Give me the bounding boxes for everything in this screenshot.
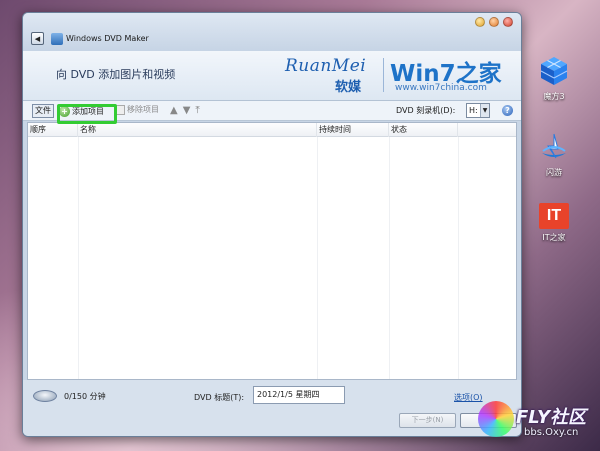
list-header: 顺序 名称 持续时间 状态 bbox=[28, 123, 516, 137]
dvd-title-label: DVD 标题(T): bbox=[194, 393, 245, 402]
header-band: 向 DVD 添加图片和视频 RuanMei 软媒 Win7之家 www.win7… bbox=[23, 51, 521, 101]
brand-ruanmei: RuanMei bbox=[285, 56, 367, 76]
add-items-label: 添加项目 bbox=[72, 106, 104, 116]
page-title: 向 DVD 添加图片和视频 bbox=[56, 68, 176, 81]
window-controls bbox=[475, 17, 513, 27]
back-arrow-icon: ◀ bbox=[34, 34, 41, 43]
column-divider bbox=[389, 137, 390, 379]
title-bar: ◀ Windows DVD Maker bbox=[23, 13, 521, 51]
column-order[interactable]: 顺序 bbox=[28, 123, 78, 137]
column-divider bbox=[78, 137, 79, 379]
back-button[interactable]: ◀ bbox=[31, 32, 44, 45]
desktop-icon-label: 魔方3 bbox=[543, 92, 565, 101]
drive-select[interactable]: H: ▼ bbox=[466, 103, 490, 118]
remove-items-button[interactable]: 移除项目 bbox=[115, 104, 159, 115]
drive-value: H: bbox=[469, 106, 478, 115]
item-list[interactable]: 顺序 名称 持续时间 状态 bbox=[27, 122, 517, 380]
column-divider bbox=[317, 137, 318, 379]
move-top-icon[interactable]: ⤒ bbox=[195, 105, 199, 116]
remove-icon bbox=[115, 104, 125, 115]
brand-watermark: RuanMei 软媒 Win7之家 www.win7china.com bbox=[285, 56, 515, 96]
move-down-icon[interactable]: ▼ bbox=[183, 105, 191, 116]
close-button[interactable] bbox=[503, 17, 513, 27]
brand-ruanmei-cn: 软媒 bbox=[335, 80, 362, 95]
it-home-icon: IT bbox=[539, 203, 569, 229]
reorder-controls: ▲ ▼ ⤒ bbox=[170, 105, 200, 116]
flash-browser-icon bbox=[537, 130, 571, 164]
next-button[interactable]: 下一步(N) bbox=[399, 413, 456, 428]
duration-text: 0/150 分钟 bbox=[64, 392, 106, 401]
column-duration[interactable]: 持续时间 bbox=[317, 123, 389, 137]
remove-items-label: 移除项目 bbox=[127, 105, 159, 114]
fly-community-watermark: FLY社区 bbs.Oxy.cn bbox=[478, 395, 596, 447]
desktop-icon-label: IT之家 bbox=[542, 233, 566, 242]
move-up-icon[interactable]: ▲ bbox=[170, 105, 178, 116]
window-title: Windows DVD Maker bbox=[66, 34, 149, 43]
brand-divider bbox=[383, 58, 384, 92]
drive-label: DVD 刻录机(D): bbox=[396, 106, 456, 115]
dvd-maker-window: ◀ Windows DVD Maker 向 DVD 添加图片和视频 RuanMe… bbox=[22, 12, 522, 437]
brand-url: www.win7china.com bbox=[395, 83, 487, 93]
minimize-button[interactable] bbox=[475, 17, 485, 27]
dvd-maker-app-icon bbox=[51, 33, 63, 45]
fly-logo-url: bbs.Oxy.cn bbox=[524, 427, 579, 438]
dvd-title-input[interactable]: 2012/1/5 星期四 bbox=[253, 386, 345, 404]
fly-logo-icon bbox=[478, 401, 514, 437]
toolbar: 文件 + 添加项目 移除项目 ▲ ▼ ⤒ DVD 刻录机(D): H: ▼ ? bbox=[23, 101, 521, 121]
maximize-button[interactable] bbox=[489, 17, 499, 27]
add-icon: + bbox=[59, 105, 70, 117]
column-status[interactable]: 状态 bbox=[389, 123, 458, 137]
column-divider bbox=[458, 137, 459, 379]
desktop-icon-shanyou[interactable]: 闪游 bbox=[532, 130, 576, 178]
chevron-down-icon: ▼ bbox=[480, 104, 489, 117]
fly-logo-text: FLY社区 bbox=[516, 407, 586, 428]
file-button[interactable]: 文件 bbox=[32, 104, 54, 118]
desktop-icon-label: 闪游 bbox=[546, 168, 562, 177]
help-icon[interactable]: ? bbox=[502, 105, 513, 116]
cube-icon bbox=[537, 54, 571, 88]
footer: 0/150 分钟 DVD 标题(T): 2012/1/5 星期四 选项(O) 下… bbox=[23, 380, 521, 436]
column-name[interactable]: 名称 bbox=[78, 123, 317, 137]
add-items-button[interactable]: + 添加项目 bbox=[58, 103, 107, 119]
desktop-icon-mofang[interactable]: 魔方3 bbox=[532, 54, 576, 102]
disc-icon bbox=[33, 390, 57, 402]
desktop-icon-ithome[interactable]: IT IT之家 bbox=[532, 203, 576, 243]
